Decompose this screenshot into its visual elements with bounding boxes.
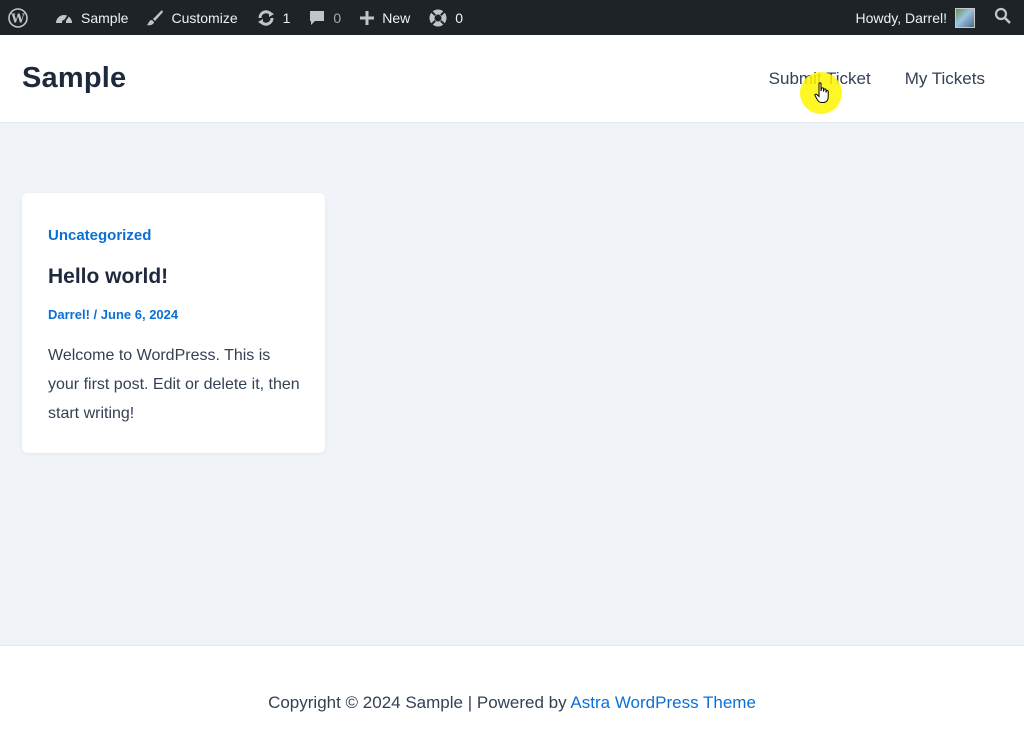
updates-icon: [256, 9, 276, 27]
wordpress-logo-menu[interactable]: W: [0, 0, 45, 35]
svg-text:W: W: [10, 11, 25, 25]
plugin-count: 0: [455, 9, 464, 26]
paintbrush-icon: [146, 9, 164, 27]
new-content-menu[interactable]: New: [350, 0, 419, 35]
nav-item-submit-ticket[interactable]: Submit Ticket: [769, 69, 871, 89]
site-header: Sample Submit Ticket My Tickets: [0, 35, 1024, 123]
avatar: [955, 7, 975, 28]
post-date[interactable]: June 6, 2024: [101, 307, 178, 322]
search-icon: [994, 7, 1012, 28]
post-title[interactable]: Hello world!: [48, 265, 168, 289]
post-category-link[interactable]: Uncategorized: [48, 227, 151, 244]
footer-copyright: Copyright © 2024 Sample | Powered by Ast…: [0, 693, 1024, 713]
greeting-label: Howdy, Darrel!: [855, 9, 947, 26]
wordpress-icon: W: [8, 7, 28, 28]
site-footer: Copyright © 2024 Sample | Powered by Ast…: [0, 645, 1024, 756]
post-author[interactable]: Darrel!: [48, 307, 90, 322]
comments-count: 0: [333, 9, 342, 26]
post-card: Uncategorized Hello world! Darrel! / Jun…: [22, 193, 325, 453]
site-name-label: Sample: [81, 9, 129, 26]
new-label: New: [382, 9, 411, 26]
admin-bar: W Sample Customize 1 0 New 0 Howdy, Darr…: [0, 0, 1024, 35]
theme-link[interactable]: Astra WordPress Theme: [570, 693, 756, 712]
plugin-menu[interactable]: 0: [419, 0, 472, 35]
comment-icon: [308, 9, 326, 27]
search-button[interactable]: [984, 0, 1024, 35]
comments-link[interactable]: 0: [299, 0, 350, 35]
primary-nav: Submit Ticket My Tickets: [769, 69, 985, 89]
updates-count: 1: [282, 9, 291, 26]
plus-icon: [359, 10, 375, 26]
meta-separator: /: [93, 307, 98, 322]
my-account-menu[interactable]: Howdy, Darrel!: [846, 0, 984, 35]
site-name-menu[interactable]: Sample: [45, 0, 137, 35]
post-excerpt: Welcome to WordPress. This is your first…: [48, 347, 300, 422]
site-title[interactable]: Sample: [22, 62, 126, 95]
nav-item-my-tickets[interactable]: My Tickets: [905, 69, 985, 89]
post-meta: Darrel! / June 6, 2024: [48, 307, 178, 322]
copyright-text: Copyright © 2024 Sample | Powered by: [268, 693, 571, 712]
customize-label: Customize: [171, 9, 238, 26]
lifebuoy-icon: [428, 8, 448, 28]
updates-link[interactable]: 1: [247, 0, 300, 35]
customize-link[interactable]: Customize: [137, 0, 246, 35]
dashboard-icon: [54, 9, 74, 27]
